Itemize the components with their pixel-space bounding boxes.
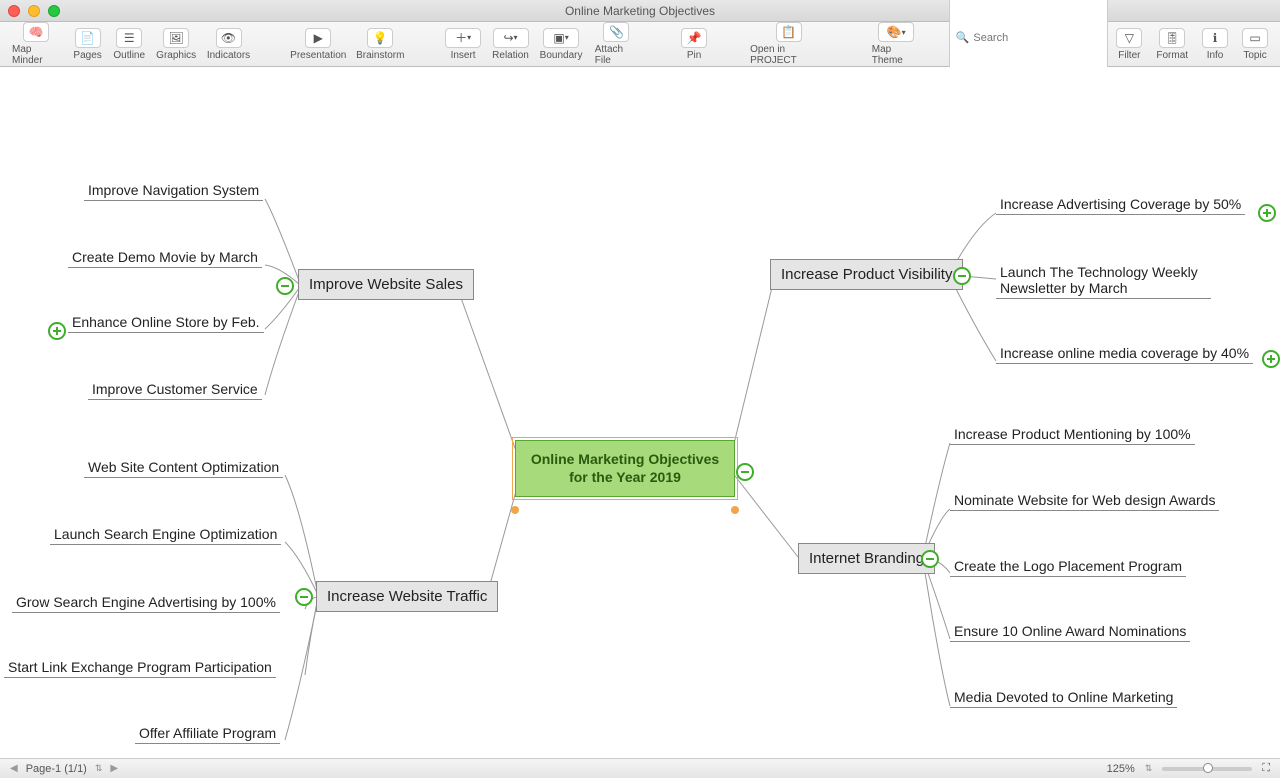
- leaf-node[interactable]: Increase online media coverage by 40%: [996, 343, 1253, 364]
- leaf-node[interactable]: Nominate Website for Web design Awards: [950, 490, 1219, 511]
- info-button[interactable]: ℹInfo: [1196, 26, 1234, 63]
- map-minder-icon: 🧠: [23, 22, 49, 42]
- insert-icon: ＋▾: [445, 28, 481, 48]
- map-theme-button[interactable]: 🎨▾Map Theme: [866, 20, 927, 68]
- close-icon[interactable]: [8, 5, 20, 17]
- leaf-node[interactable]: Media Devoted to Online Marketing: [950, 687, 1177, 708]
- pages-button[interactable]: 📄Pages: [69, 26, 107, 63]
- brainstorm-button[interactable]: 💡Brainstorm: [352, 26, 408, 63]
- relation-icon: ↪▾: [493, 28, 529, 48]
- collapse-toggle[interactable]: [736, 463, 754, 481]
- branch-increase-product-visibility[interactable]: Increase Product Visibility: [770, 259, 963, 290]
- filter-button[interactable]: ▽Filter: [1110, 26, 1148, 63]
- expand-toggle[interactable]: [1258, 204, 1276, 222]
- topic-button[interactable]: ▭Topic: [1236, 26, 1274, 63]
- zoom-value[interactable]: 125%: [1107, 763, 1135, 775]
- insert-button[interactable]: ＋▾Insert: [441, 26, 486, 63]
- page-prev-button[interactable]: ◀: [10, 763, 18, 774]
- pin-icon: 📌: [681, 28, 707, 48]
- leaf-node[interactable]: Increase Product Mentioning by 100%: [950, 424, 1195, 445]
- collapse-toggle[interactable]: [953, 267, 971, 285]
- connector-lines: [0, 67, 1280, 758]
- window-controls: [8, 5, 60, 17]
- branch-increase-website-traffic[interactable]: Increase Website Traffic: [316, 581, 498, 612]
- format-button[interactable]: 🎚Format: [1150, 26, 1194, 63]
- zoom-slider[interactable]: [1162, 767, 1252, 771]
- leaf-node[interactable]: Launch Search Engine Optimization: [50, 524, 281, 545]
- page-stepper[interactable]: ⇅: [95, 763, 103, 774]
- open-in-project-button[interactable]: 📋Open in PROJECT: [744, 20, 834, 68]
- attach-file-button[interactable]: 📎Attach File: [589, 20, 644, 68]
- leaf-node[interactable]: Start Link Exchange Program Participatio…: [4, 657, 276, 678]
- zoom-icon[interactable]: [48, 5, 60, 17]
- search-icon: 🔍: [956, 31, 970, 44]
- theme-icon: 🎨▾: [878, 22, 914, 42]
- statusbar: ◀ Page-1 (1/1) ⇅ ▶ 125% ⇅ ⛶: [0, 758, 1280, 778]
- leaf-node[interactable]: Grow Search Engine Advertising by 100%: [12, 592, 280, 613]
- central-topic[interactable]: Online Marketing Objectives for the Year…: [515, 440, 735, 497]
- indicators-icon: 👁: [216, 28, 242, 48]
- brainstorm-icon: 💡: [367, 28, 393, 48]
- filter-icon: ▽: [1116, 28, 1142, 48]
- leaf-node[interactable]: Create the Logo Placement Program: [950, 556, 1186, 577]
- fullscreen-icon[interactable]: ⛶: [1262, 762, 1270, 775]
- boundary-icon: ▣▾: [543, 28, 579, 48]
- graphics-button[interactable]: 🖼Graphics: [152, 26, 201, 63]
- branch-improve-website-sales[interactable]: Improve Website Sales: [298, 269, 474, 300]
- zoom-stepper[interactable]: ⇅: [1145, 763, 1153, 774]
- indicators-button[interactable]: 👁Indicators: [203, 26, 255, 63]
- project-icon: 📋: [776, 22, 802, 42]
- presentation-icon: ▶: [305, 28, 331, 48]
- branch-internet-branding[interactable]: Internet Branding: [798, 543, 935, 574]
- toolbar: 🧠Map Minder 📄Pages ☰Outline 🖼Graphics 👁I…: [0, 22, 1280, 67]
- leaf-node[interactable]: Launch The Technology Weekly Newsletter …: [996, 262, 1211, 299]
- pin-button[interactable]: 📌Pin: [676, 26, 712, 63]
- resize-handle[interactable]: [731, 506, 739, 514]
- leaf-node[interactable]: Increase Advertising Coverage by 50%: [996, 194, 1245, 215]
- pages-icon: 📄: [75, 28, 101, 48]
- format-icon: 🎚: [1159, 28, 1185, 48]
- presentation-button[interactable]: ▶Presentation: [286, 26, 350, 63]
- topic-icon: ▭: [1242, 28, 1268, 48]
- mindmap-canvas[interactable]: Online Marketing Objectives for the Year…: [0, 67, 1280, 758]
- page-indicator[interactable]: Page-1 (1/1): [26, 763, 87, 775]
- minimize-icon[interactable]: [28, 5, 40, 17]
- resize-handle[interactable]: [511, 506, 519, 514]
- expand-toggle[interactable]: [1262, 350, 1280, 368]
- attach-icon: 📎: [603, 22, 629, 42]
- collapse-toggle[interactable]: [921, 550, 939, 568]
- leaf-node[interactable]: Offer Affiliate Program: [135, 723, 280, 744]
- leaf-node[interactable]: Create Demo Movie by March: [68, 247, 262, 268]
- outline-button[interactable]: ☰Outline: [109, 26, 150, 63]
- map-minder-button[interactable]: 🧠Map Minder: [6, 20, 67, 68]
- relation-button[interactable]: ↪▾Relation: [488, 26, 534, 63]
- leaf-node[interactable]: Improve Customer Service: [88, 379, 262, 400]
- info-icon: ℹ: [1202, 28, 1228, 48]
- leaf-node[interactable]: Web Site Content Optimization: [84, 457, 283, 478]
- leaf-node[interactable]: Improve Navigation System: [84, 180, 263, 201]
- collapse-toggle[interactable]: [276, 277, 294, 295]
- outline-icon: ☰: [116, 28, 142, 48]
- collapse-toggle[interactable]: [295, 588, 313, 606]
- graphics-icon: 🖼: [163, 28, 189, 48]
- leaf-node[interactable]: Enhance Online Store by Feb.: [68, 312, 264, 333]
- expand-toggle[interactable]: [48, 322, 66, 340]
- page-next-button[interactable]: ▶: [110, 763, 118, 774]
- leaf-node[interactable]: Ensure 10 Online Award Nominations: [950, 621, 1190, 642]
- boundary-button[interactable]: ▣▾Boundary: [535, 26, 586, 63]
